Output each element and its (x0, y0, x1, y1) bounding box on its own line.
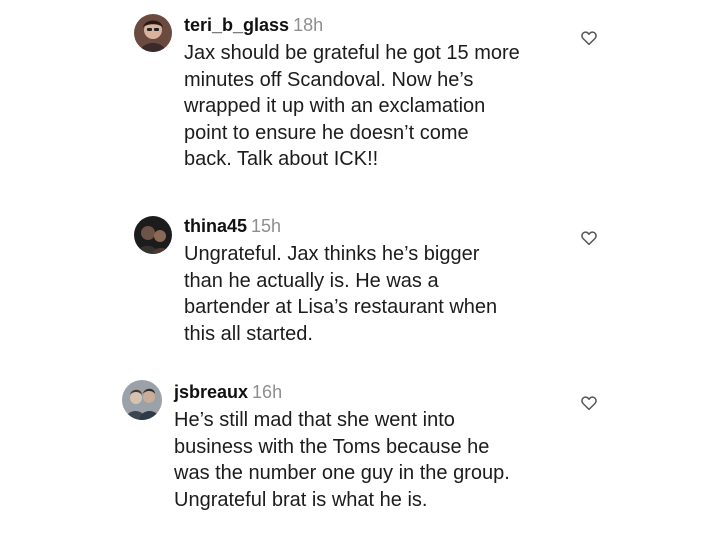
comment-text: He’s still mad that she went into busine… (174, 409, 510, 511)
username[interactable]: thina45 (184, 216, 247, 236)
timestamp: 15h (251, 216, 282, 236)
comment-meta: teri_b_glass 18h (184, 14, 520, 36)
comment-meta: jsbreaux 16h (174, 381, 510, 403)
username[interactable]: jsbreaux (174, 382, 248, 402)
timestamp: 16h (252, 382, 283, 402)
heart-outline-icon[interactable] (580, 229, 598, 247)
comment-item: thina45 15h Ungrateful. Jax thinks he’s b… (0, 200, 720, 370)
heart-outline-icon[interactable] (580, 394, 598, 412)
comment-body: teri_b_glass 18h Jax should be grateful h… (184, 14, 520, 173)
comment-body: thina45 15h Ungrateful. Jax thinks he’s b… (184, 215, 497, 347)
username[interactable]: teri_b_glass (184, 15, 289, 35)
comment-text: Ungrateful. Jax thinks he’s bigger than … (184, 243, 498, 345)
avatar[interactable] (122, 380, 162, 420)
timestamp: 18h (293, 15, 324, 35)
comment-body: jsbreaux 16h He’s still mad that she went… (174, 381, 510, 513)
comment-meta: thina45 15h (184, 215, 497, 237)
avatar[interactable] (134, 14, 172, 52)
heart-outline-icon[interactable] (580, 29, 598, 47)
comment-item: teri_b_glass 18h Jax should be grateful h… (0, 0, 720, 200)
comment-item: jsbreaux 16h He’s still mad that she went… (0, 370, 720, 536)
avatar[interactable] (134, 216, 172, 254)
comment-text: Jax should be grateful he got 15 more mi… (184, 42, 520, 170)
